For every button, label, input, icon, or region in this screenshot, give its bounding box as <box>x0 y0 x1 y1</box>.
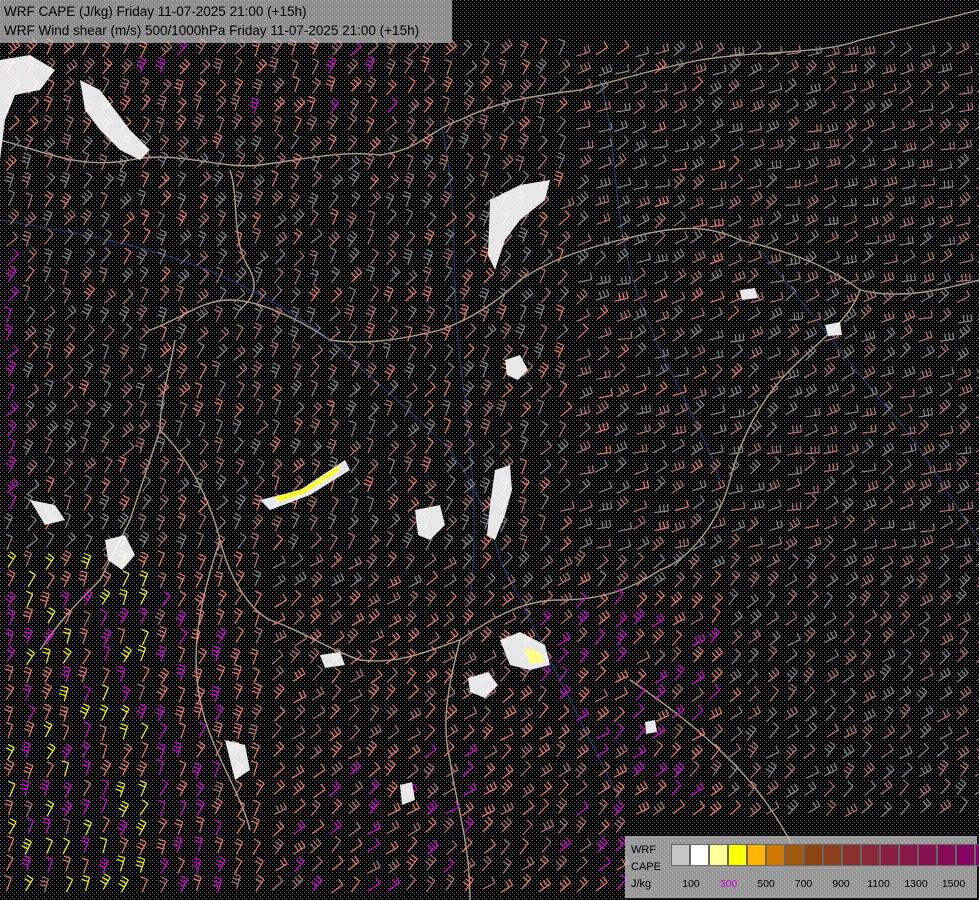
legend-swatch <box>975 844 979 866</box>
legend-swatch <box>785 844 804 866</box>
legend-field-label: CAPE <box>631 861 661 873</box>
legend-swatch <box>880 844 899 866</box>
legend-swatch <box>690 844 709 866</box>
legend-swatch <box>918 844 937 866</box>
legend-tick-label: 100 <box>682 878 700 890</box>
legend-swatch <box>747 844 766 866</box>
cape-legend: WRF CAPE J/kg 100 300 500 700 900 1100 1300 150… <box>625 836 979 898</box>
legend-swatch <box>728 844 747 866</box>
legend-swatch <box>804 844 823 866</box>
weather-map <box>0 0 979 900</box>
legend-swatch <box>671 844 690 866</box>
legend-swatch <box>956 844 975 866</box>
legend-tick-label: 1100 <box>867 878 890 890</box>
map-title-box: WRF CAPE (J/kg) Friday 11-07-2025 21:00 … <box>0 0 452 43</box>
legend-unit-label: J/kg <box>631 878 652 890</box>
legend-tick-label: 700 <box>794 878 813 890</box>
legend-swatch <box>842 844 861 866</box>
cape-patch <box>740 288 758 300</box>
legend-tick-label: 1300 <box>904 878 928 890</box>
legend-swatch <box>709 844 728 866</box>
legend-tick-label: 500 <box>757 878 775 890</box>
legend-tick-label: 300 <box>719 878 738 890</box>
legend-tick-label: 1500 <box>941 878 966 890</box>
cape-patch <box>645 720 657 734</box>
title-cape: WRF CAPE (J/kg) Friday 11-07-2025 21:00 … <box>4 4 307 19</box>
legend-tick-label: 900 <box>832 878 850 890</box>
legend-swatch <box>899 844 918 866</box>
legend-swatch <box>937 844 956 866</box>
legend-model-label: WRF <box>631 844 657 856</box>
title-wind-shear: WRF Wind shear (m/s) 500/1000hPa Friday … <box>4 23 420 38</box>
legend-swatch <box>766 844 785 866</box>
legend-swatch <box>861 844 880 866</box>
legend-swatch <box>823 844 842 866</box>
